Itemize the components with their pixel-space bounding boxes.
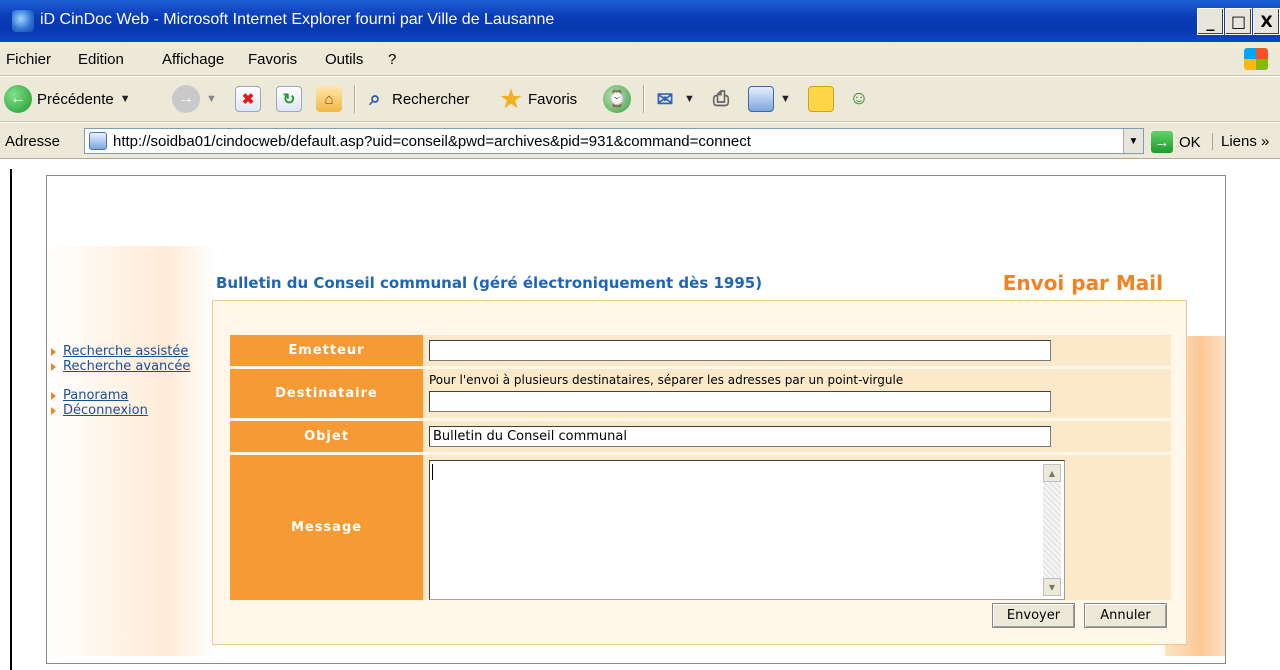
- page-viewport: Bulletin du Conseil communal (géré élect…: [0, 159, 1280, 670]
- recipient-input[interactable]: [429, 391, 1051, 412]
- chevron-down-icon[interactable]: ▼: [1123, 129, 1143, 153]
- toolbar-separator: [354, 85, 356, 113]
- message-label: Message: [230, 455, 423, 600]
- printer-icon: ⎙: [713, 87, 729, 110]
- nav-recherche-avancee[interactable]: Recherche avancée: [63, 359, 190, 374]
- links-button[interactable]: Liens »: [1212, 133, 1269, 150]
- page-title: Envoi par Mail: [1002, 271, 1163, 295]
- minimize-button[interactable]: _: [1197, 8, 1224, 35]
- address-input[interactable]: http://soidba01/cindocweb/default.asp?ui…: [84, 128, 1144, 154]
- subject-row: Objet Bulletin du Conseil communal: [230, 421, 1171, 452]
- cindoc-page: Bulletin du Conseil communal (géré élect…: [46, 175, 1226, 664]
- close-button[interactable]: X: [1253, 8, 1280, 35]
- bullet-icon: [51, 392, 56, 400]
- print-button[interactable]: ⎙: [708, 83, 734, 115]
- window-titlebar: iD CinDoc Web - Microsoft Internet Explo…: [0, 0, 1280, 42]
- favorites-label: Favoris: [528, 90, 578, 108]
- window-title: iD CinDoc Web - Microsoft Internet Explo…: [40, 11, 555, 28]
- window-controls: _ □ X: [1196, 8, 1280, 35]
- refresh-button[interactable]: ↻: [276, 83, 302, 115]
- bullet-icon: [51, 363, 56, 371]
- stop-button[interactable]: ✖: [235, 83, 261, 115]
- recipient-row: Destinataire Pour l'envoi à plusieurs de…: [230, 369, 1171, 418]
- history-button[interactable]: ⌚: [603, 83, 631, 115]
- menu-bar: Fichier Edition Affichage Favoris Outils…: [0, 42, 1280, 76]
- maximize-button[interactable]: □: [1225, 8, 1252, 35]
- nav-recherche-assistee[interactable]: Recherche assistée: [63, 344, 188, 359]
- messenger-button[interactable]: ☺: [846, 83, 872, 115]
- menu-edition[interactable]: Edition: [78, 51, 124, 68]
- message-row: Message ▲ ▼: [230, 455, 1171, 600]
- menu-favoris[interactable]: Favoris: [248, 51, 297, 68]
- section-title: Bulletin du Conseil communal (géré élect…: [216, 274, 763, 292]
- menu-affichage[interactable]: Affichage: [162, 51, 224, 68]
- scroll-up-arrow-icon[interactable]: ▲: [1043, 464, 1061, 482]
- menu-outils[interactable]: Outils: [325, 51, 363, 68]
- menu-fichier[interactable]: Fichier: [6, 51, 51, 68]
- go-arrow-icon: →: [1151, 131, 1173, 153]
- internet-explorer-icon: [12, 10, 34, 32]
- messenger-icon: ☺: [849, 88, 869, 109]
- mail-button[interactable]: ✉ ▼: [652, 83, 695, 115]
- message-textarea[interactable]: ▲ ▼: [429, 460, 1065, 600]
- sender-input[interactable]: [429, 340, 1051, 361]
- message-scrollbar[interactable]: ▲ ▼: [1043, 464, 1061, 596]
- edit-button[interactable]: ▼: [748, 83, 791, 115]
- recipient-label: Destinataire: [230, 369, 423, 418]
- mail-icon: ✉: [656, 88, 674, 111]
- sender-label: Emetteur: [230, 335, 423, 366]
- frame-border: [10, 169, 12, 670]
- back-button[interactable]: ← Précédente ▼: [4, 83, 131, 115]
- toolbar-separator: [643, 85, 645, 113]
- menu-help[interactable]: ?: [388, 51, 396, 68]
- nav-panorama[interactable]: Panorama: [63, 388, 128, 403]
- windows-logo-icon: [1244, 48, 1268, 70]
- home-button[interactable]: ⌂: [316, 83, 342, 115]
- cancel-button[interactable]: Annuler: [1084, 603, 1167, 628]
- bullet-icon: [51, 348, 56, 356]
- back-arrow-icon: ←: [4, 85, 32, 113]
- chevron-down-icon[interactable]: ▼: [206, 93, 217, 105]
- history-icon: ⌚: [603, 85, 631, 113]
- go-button[interactable]: → OK: [1151, 131, 1201, 153]
- page-icon: [89, 132, 107, 150]
- discuss-button[interactable]: [808, 83, 834, 115]
- search-icon: ⌕: [369, 87, 381, 110]
- refresh-icon: ↻: [276, 86, 302, 112]
- go-label: OK: [1179, 133, 1201, 151]
- edit-icon: [748, 86, 774, 112]
- text-cursor: [432, 464, 433, 480]
- favorites-button[interactable]: ★ Favoris: [498, 83, 577, 115]
- sender-row: Emetteur: [230, 335, 1171, 366]
- scroll-down-arrow-icon[interactable]: ▼: [1043, 578, 1061, 596]
- links-label: Liens: [1221, 133, 1257, 150]
- subject-label: Objet: [230, 421, 423, 452]
- subject-input[interactable]: Bulletin du Conseil communal: [429, 426, 1051, 447]
- chevron-down-icon[interactable]: ▼: [684, 93, 695, 105]
- address-bar: Adresse http://soidba01/cindocweb/defaul…: [0, 123, 1280, 159]
- chevron-down-icon[interactable]: ▼: [120, 93, 131, 105]
- standard-toolbar: ← Précédente ▼ → ▼ ✖ ↻ ⌂ ⌕ Rechercher ★ …: [0, 77, 1280, 122]
- mail-form: Emetteur Destinataire Pour l'envoi à plu…: [212, 300, 1187, 645]
- nav-deconnexion[interactable]: Déconnexion: [63, 403, 148, 418]
- decorative-swoosh: [47, 246, 217, 656]
- star-icon: ★: [500, 85, 522, 113]
- search-button[interactable]: ⌕ Rechercher: [362, 83, 470, 115]
- forward-button[interactable]: → ▼: [172, 83, 217, 115]
- stop-icon: ✖: [235, 86, 261, 112]
- address-label: Adresse: [5, 133, 61, 150]
- chevron-down-icon[interactable]: ▼: [780, 93, 791, 105]
- search-label: Rechercher: [392, 90, 470, 108]
- home-icon: ⌂: [316, 86, 342, 112]
- back-label: Précédente: [37, 90, 114, 108]
- send-button[interactable]: Envoyer: [992, 603, 1075, 628]
- address-url[interactable]: http://soidba01/cindocweb/default.asp?ui…: [113, 133, 1143, 150]
- bullet-icon: [51, 407, 56, 415]
- forward-arrow-icon: →: [172, 85, 200, 113]
- recipient-hint: Pour l'envoi à plusieurs destinataires, …: [429, 373, 904, 387]
- chevron-right-icon: »: [1261, 133, 1270, 150]
- note-icon: [808, 86, 834, 112]
